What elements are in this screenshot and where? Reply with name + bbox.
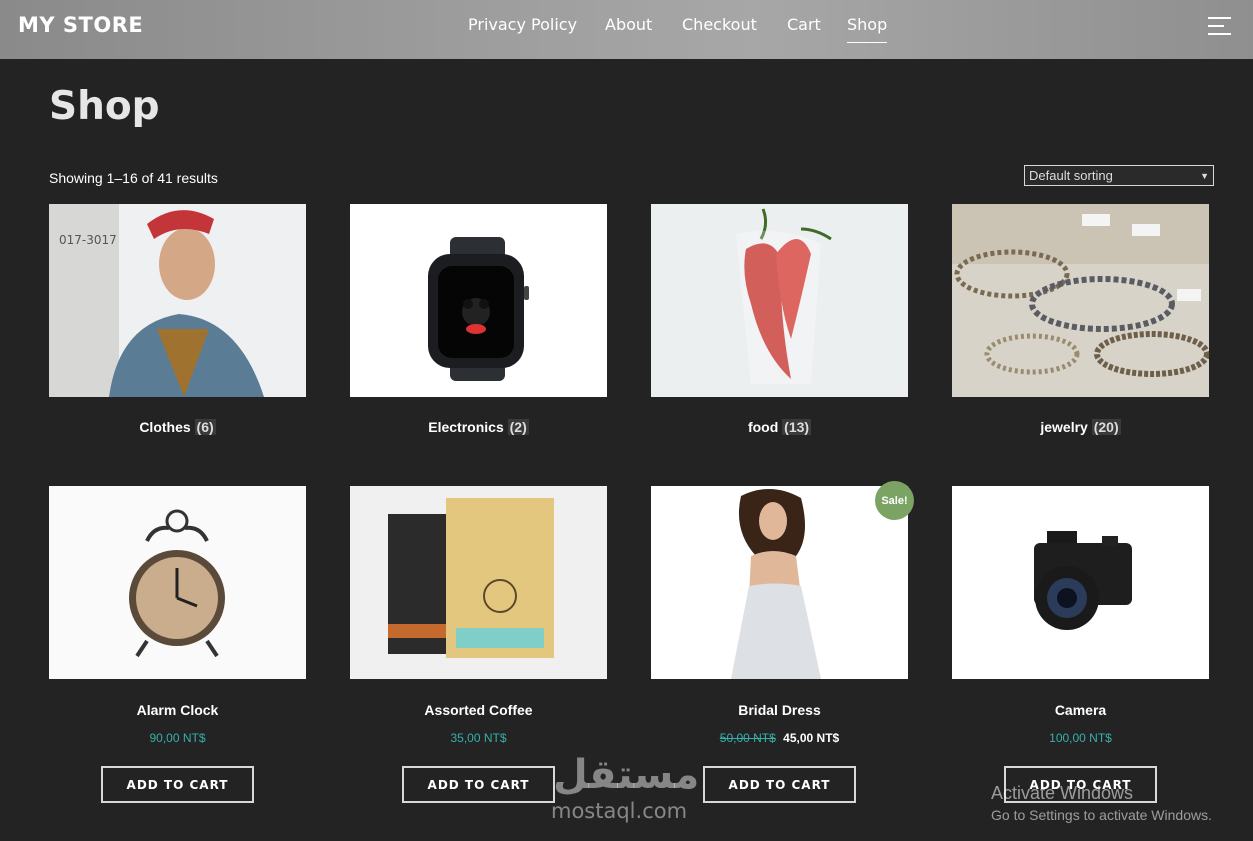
category-count: (13) <box>782 419 812 435</box>
nav-about[interactable]: About <box>605 15 652 34</box>
jewelry-display-photo[interactable] <box>952 204 1209 397</box>
activate-windows-subtitle: Go to Settings to activate Windows. <box>991 807 1212 823</box>
page-title: Shop <box>49 84 160 129</box>
category-count: (6) <box>194 419 216 435</box>
man-in-denim-jacket-photo[interactable]: 017-3017 <box>49 204 306 397</box>
sale-badge: Sale! <box>875 481 914 520</box>
nav-privacy-policy[interactable]: Privacy Policy <box>468 15 577 34</box>
category-title[interactable]: Clothes (6) <box>49 419 306 435</box>
red-chili-peppers-photo[interactable] <box>651 204 908 397</box>
category-count: (2) <box>507 419 529 435</box>
product-price: 100,00 NT$ <box>1049 731 1112 745</box>
add-to-cart-button[interactable]: ADD TO CART <box>402 766 555 803</box>
product-title[interactable]: Bridal Dress <box>651 702 908 718</box>
activate-windows-title: Activate Windows <box>991 783 1134 803</box>
svg-text:017-3017: 017-3017 <box>59 233 117 247</box>
alarm-clock-photo[interactable] <box>49 486 306 679</box>
add-to-cart-button[interactable]: ADD TO CART <box>101 766 254 803</box>
mostaql-watermark-logo: مستقل <box>553 752 700 798</box>
category-count: (20) <box>1091 419 1121 435</box>
product-price: 90,00 NT$ <box>149 731 206 745</box>
product-title[interactable]: Camera <box>952 702 1209 718</box>
camera-photo[interactable] <box>952 486 1209 679</box>
product-price: 50,00 NT$ 45,00 NT$ <box>651 731 908 745</box>
category-title[interactable]: Electronics (2) <box>350 419 607 435</box>
product-title[interactable]: Alarm Clock <box>49 702 306 718</box>
site-header: MY STORE Privacy Policy About Checkout C… <box>0 0 1253 59</box>
result-count: Showing 1–16 of 41 results <box>49 170 218 186</box>
product-sale-price: 45,00 NT$ <box>783 731 840 745</box>
nav-checkout[interactable]: Checkout <box>682 15 757 34</box>
category-title[interactable]: food (13) <box>651 419 908 435</box>
coffee-bags-photo[interactable] <box>350 486 607 679</box>
product-price: 35,00 NT$ <box>450 731 507 745</box>
nav-cart[interactable]: Cart <box>787 15 821 34</box>
product-title[interactable]: Assorted Coffee <box>350 702 607 718</box>
smartwatch-photo[interactable] <box>350 204 607 397</box>
add-to-cart-button[interactable]: ADD TO CART <box>703 766 856 803</box>
mostaql-watermark-text: mostaql.com <box>551 799 688 823</box>
sort-select[interactable]: Default sorting ▼ <box>1024 165 1214 186</box>
sort-select-value: Default sorting <box>1029 168 1113 183</box>
chevron-down-icon: ▼ <box>1200 170 1209 181</box>
nav-shop[interactable]: Shop <box>847 15 888 43</box>
category-title[interactable]: jewelry (20) <box>952 419 1209 435</box>
product-old-price: 50,00 NT$ <box>719 731 776 745</box>
hamburger-menu-icon[interactable] <box>1208 17 1231 35</box>
main-nav: Privacy Policy About Checkout Cart Shop <box>0 15 1253 45</box>
bridal-dress-photo[interactable] <box>651 486 908 679</box>
